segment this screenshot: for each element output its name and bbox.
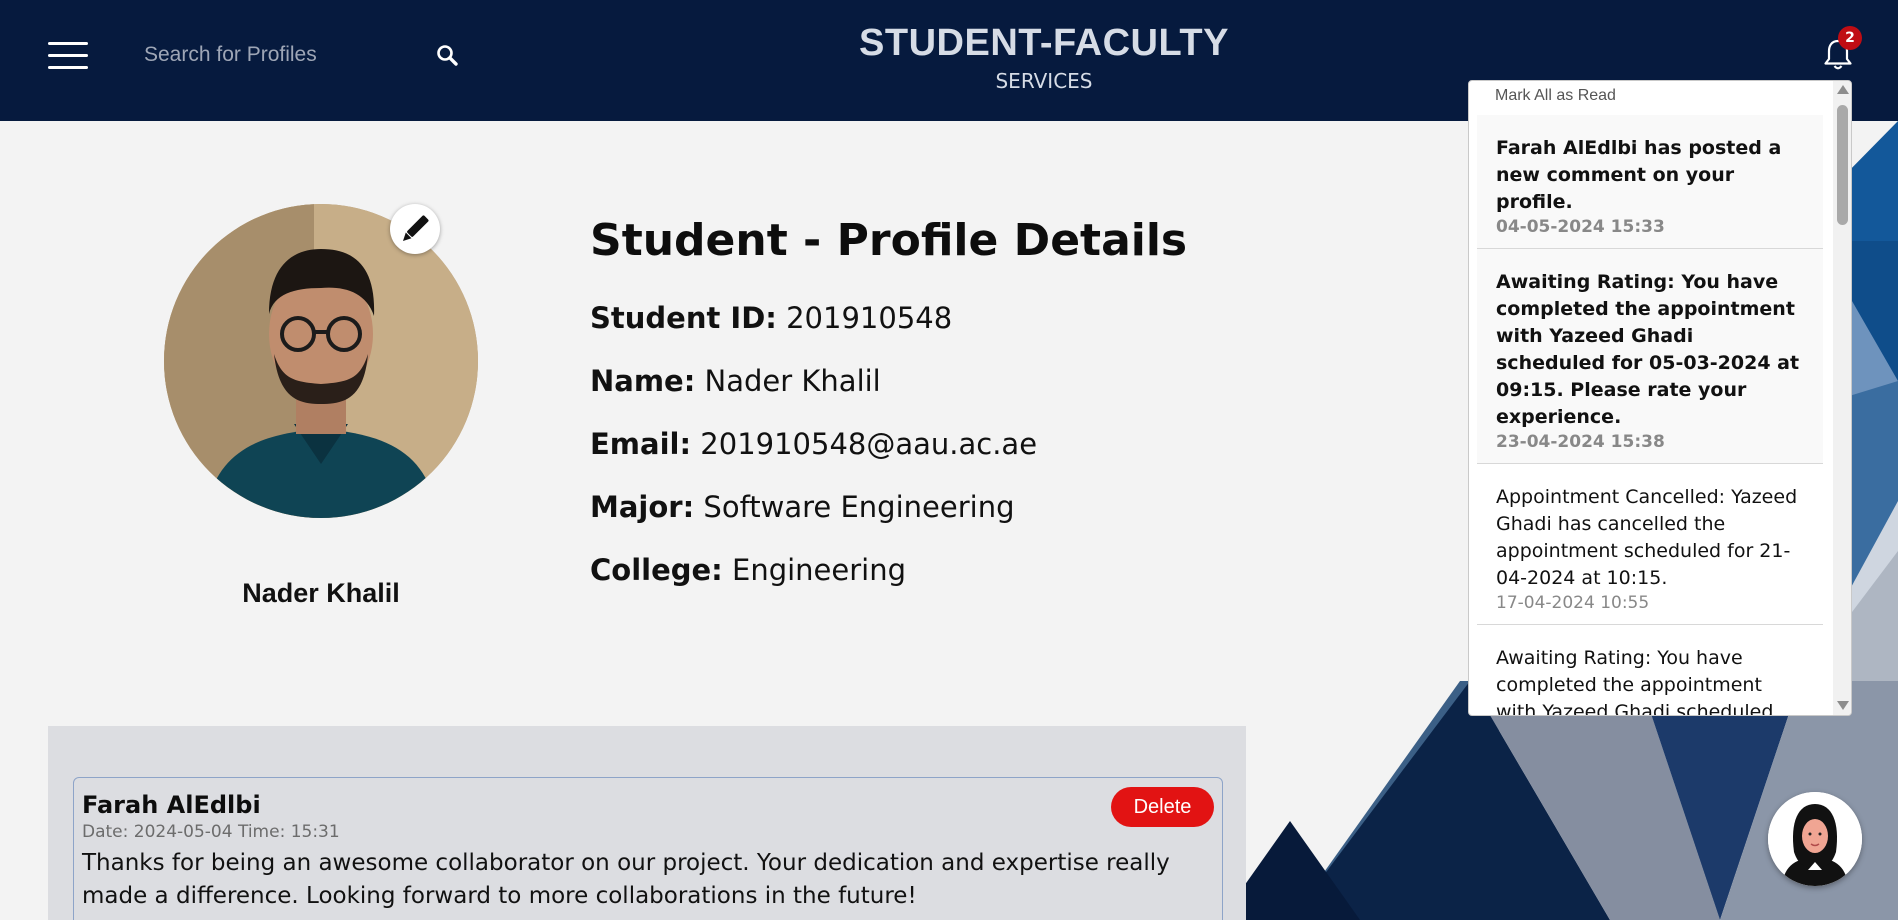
notifications-dropdown: Mark All as Read Farah AlEdlbi has poste… <box>1468 80 1852 716</box>
notification-item[interactable]: Awaiting Rating: You have completed the … <box>1477 625 1823 716</box>
scroll-up-arrow-icon[interactable] <box>1837 85 1849 94</box>
notification-time: 23-04-2024 15:38 <box>1496 432 1665 452</box>
comment-date: Date: 2024-05-04 Time: 15:31 <box>82 822 340 842</box>
detail-label: Student ID: <box>590 301 777 335</box>
notification-count-badge: 2 <box>1838 26 1862 50</box>
notification-message: Appointment Cancelled: Yazeed Ghadi has … <box>1496 486 1798 589</box>
detail-label: Email: <box>590 427 692 461</box>
scroll-down-arrow-icon[interactable] <box>1837 701 1849 710</box>
delete-comment-button[interactable]: Delete <box>1111 787 1214 827</box>
notification-item[interactable]: Appointment Cancelled: Yazeed Ghadi has … <box>1477 464 1823 625</box>
detail-row-student-id: Student ID: 201910548 <box>590 298 1187 361</box>
brand-title: STUDENT-FACULTY <box>859 22 1229 64</box>
detail-row-email: Email: 201910548@aau.ac.ae <box>590 424 1187 487</box>
hamburger-menu-button[interactable] <box>48 42 88 70</box>
detail-label: Major: <box>590 490 695 524</box>
comment-text: Thanks for being an awesome collaborator… <box>82 850 1170 909</box>
profile-name-caption: Nader Khalil <box>242 578 400 608</box>
detail-row-college: College: Engineering <box>590 550 1187 613</box>
detail-row-name: Name: Nader Khalil <box>590 361 1187 424</box>
comment-author: Farah AlEdlbi <box>82 791 261 819</box>
notifications-scrollbar[interactable] <box>1833 81 1851 715</box>
detail-value: Nader Khalil <box>704 364 881 398</box>
detail-label: College: <box>590 553 723 587</box>
search-icon[interactable] <box>434 42 462 70</box>
comment-card: Farah AlEdlbi Date: 2024-05-04 Time: 15:… <box>73 777 1223 920</box>
detail-value: 201910548 <box>786 301 953 335</box>
notification-time: 17-04-2024 10:55 <box>1496 593 1650 613</box>
profile-search-input[interactable] <box>124 38 464 72</box>
detail-row-major: Major: Software Engineering <box>590 487 1187 550</box>
notification-item[interactable]: Farah AlEdlbi has posted a new comment o… <box>1477 115 1823 249</box>
notifications-list: Farah AlEdlbi has posted a new comment o… <box>1477 115 1823 716</box>
assistant-avatar-icon[interactable] <box>1768 792 1862 886</box>
profile-details-section: Student - Profile Details Student ID: 20… <box>590 210 1187 613</box>
site-brand: STUDENT-FACULTY SERVICES <box>800 20 1288 94</box>
scroll-thumb[interactable] <box>1837 105 1848 225</box>
notification-time: 04-05-2024 15:33 <box>1496 217 1665 237</box>
mark-all-read-button[interactable]: Mark All as Read <box>1495 87 1616 105</box>
detail-label: Name: <box>590 364 696 398</box>
page-title: Student - Profile Details <box>590 215 1188 266</box>
notification-message: Farah AlEdlbi has posted a new comment o… <box>1496 137 1782 213</box>
comments-section: Farah AlEdlbi Date: 2024-05-04 Time: 15:… <box>48 726 1246 920</box>
detail-value: 201910548@aau.ac.ae <box>700 427 1038 461</box>
pencil-icon[interactable] <box>390 204 440 254</box>
detail-value: Software Engineering <box>703 490 1015 524</box>
detail-value: Engineering <box>732 553 906 587</box>
notification-message: Awaiting Rating: You have completed the … <box>1496 647 1774 716</box>
notification-message: Awaiting Rating: You have completed the … <box>1496 271 1800 428</box>
notification-item[interactable]: Awaiting Rating: You have completed the … <box>1477 249 1823 464</box>
brand-subtitle: SERVICES <box>995 69 1093 93</box>
